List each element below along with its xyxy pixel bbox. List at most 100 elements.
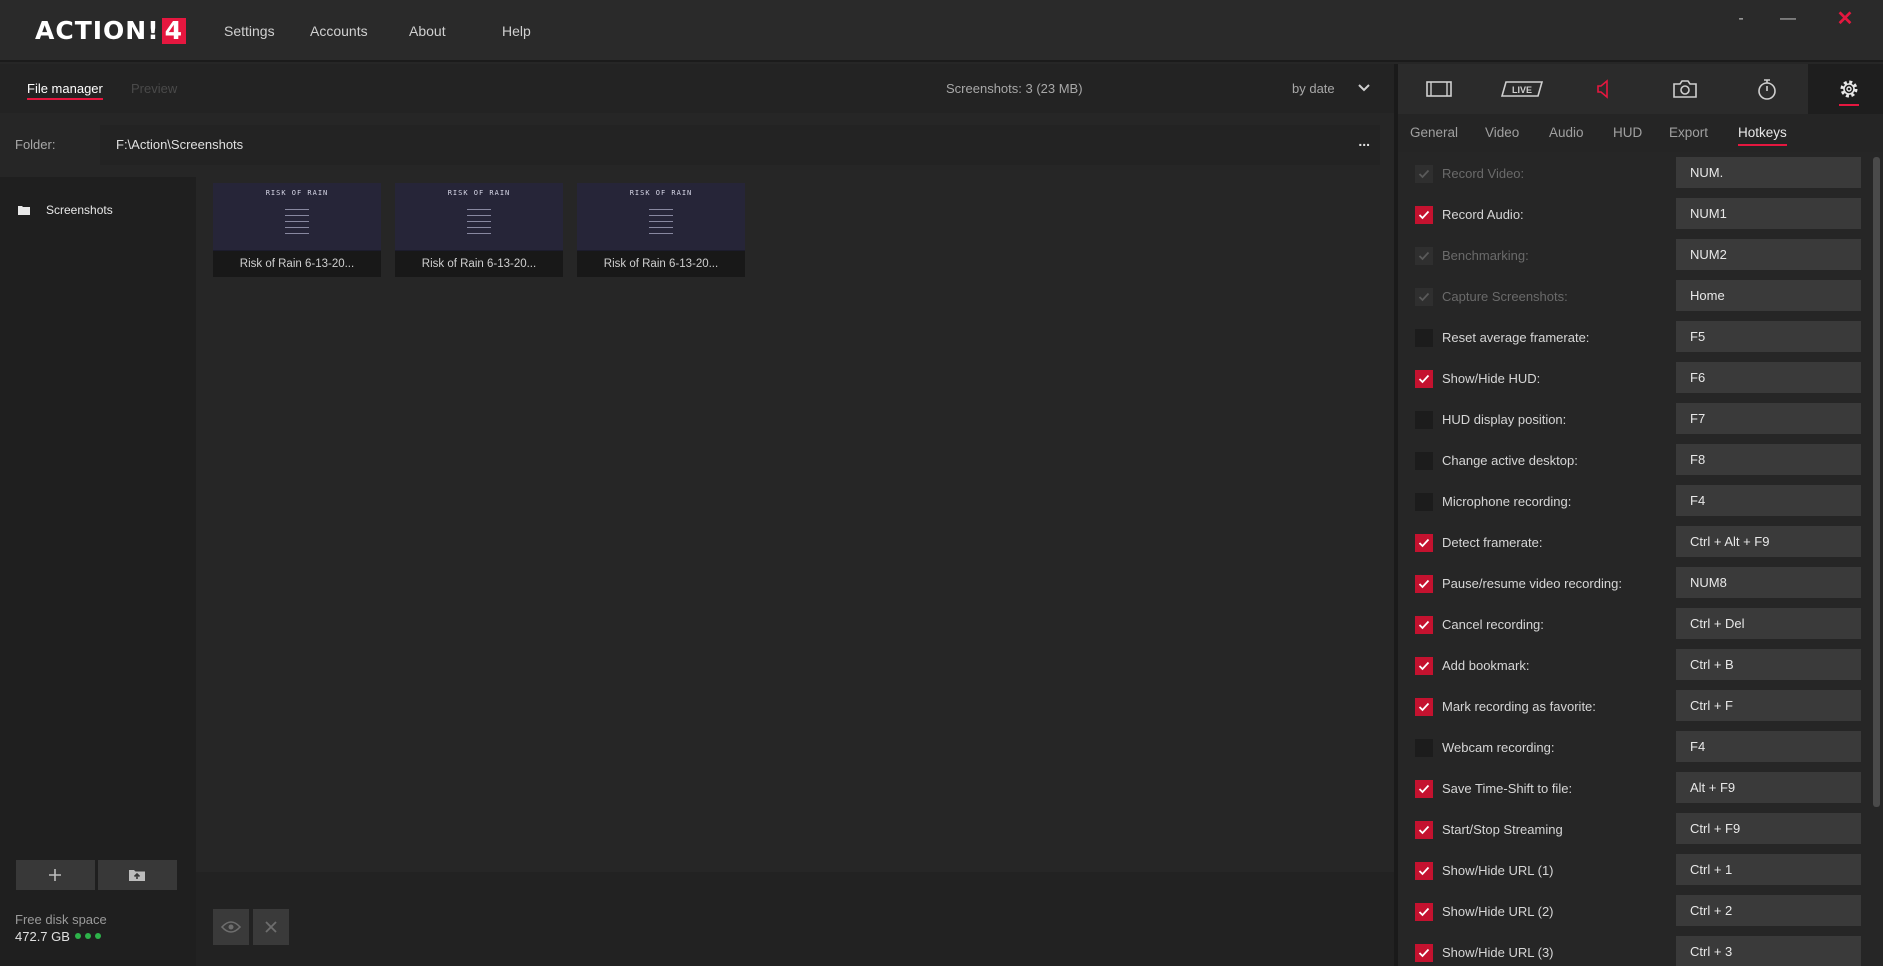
hotkey-input[interactable]: F6 [1676,362,1861,393]
thumbnail-caption: Risk of Rain 6-13-20... [213,251,381,277]
hotkey-input[interactable]: NUM8 [1676,567,1861,598]
logo-text: ACTION! [35,16,160,45]
add-folder-button[interactable] [16,860,95,890]
hotkey-input[interactable]: NUM2 [1676,239,1861,270]
hotkey-checkbox[interactable] [1415,411,1433,429]
free-disk-value: 472.7 GB [15,929,70,944]
menu-help[interactable]: Help [502,0,531,62]
film-icon [1426,81,1452,97]
hotkey-input[interactable]: NUM1 [1676,198,1861,229]
hotkey-checkbox[interactable] [1415,944,1433,962]
sidebar-item-label: Screenshots [46,203,113,217]
hotkey-input[interactable]: Ctrl + 1 [1676,854,1861,885]
hotkey-checkbox[interactable] [1415,288,1433,306]
thumbnail-line [467,227,491,228]
menu-about[interactable]: About [409,0,446,62]
hotkey-checkbox[interactable] [1415,821,1433,839]
hotkey-checkbox[interactable] [1415,780,1433,798]
tab-settings[interactable] [1808,64,1883,114]
thumbnail-caption: Risk of Rain 6-13-20... [395,251,563,277]
checkmark-icon [1418,251,1430,261]
menu-accounts[interactable]: Accounts [310,0,368,62]
browse-folder-button[interactable]: ... [1358,133,1370,149]
hotkey-input[interactable]: Ctrl + 3 [1676,936,1861,966]
upload-folder-button[interactable] [98,860,177,890]
screenshot-thumbnail[interactable]: RISK OF RAIN Risk of Rain 6-13-20... [395,183,563,277]
hotkey-row: HUD display position: F7 [1398,399,1868,440]
tab-export[interactable]: Export [1669,114,1708,152]
hotkey-input[interactable]: Ctrl + B [1676,649,1861,680]
hotkey-input[interactable]: Alt + F9 [1676,772,1861,803]
thumbnail-line [285,227,309,228]
hotkey-row: Show/Hide HUD: F6 [1398,358,1868,399]
hotkey-label: Microphone recording: [1442,494,1572,509]
hotkey-label: HUD display position: [1442,412,1567,427]
checkmark-icon [1418,579,1430,589]
hotkey-checkbox[interactable] [1415,206,1433,224]
tab-file-manager[interactable]: File manager [27,64,103,113]
hotkey-input[interactable]: Ctrl + Alt + F9 [1676,526,1861,557]
hotkey-input[interactable]: Ctrl + F9 [1676,813,1861,844]
hotkey-checkbox[interactable] [1415,616,1433,634]
hotkey-input[interactable]: F4 [1676,731,1861,762]
plus-icon [49,869,61,881]
hotkey-checkbox[interactable] [1415,493,1433,511]
hotkey-checkbox[interactable] [1415,739,1433,757]
hotkey-input[interactable]: F8 [1676,444,1861,475]
hotkey-checkbox[interactable] [1415,862,1433,880]
checkmark-icon [1418,948,1430,958]
hotkey-input[interactable]: F4 [1676,485,1861,516]
tab-audio-settings[interactable]: Audio [1549,114,1584,152]
scrollbar-thumb[interactable] [1873,157,1880,807]
hotkey-checkbox[interactable] [1415,452,1433,470]
tab-live-streaming[interactable]: LIVE [1480,64,1562,114]
screenshot-thumbnail[interactable]: RISK OF RAIN Risk of Rain 6-13-20... [213,183,381,277]
screenshots-count: Screenshots: 3 (23 MB) [946,81,1083,96]
tab-audio[interactable] [1562,64,1644,114]
hotkey-checkbox[interactable] [1415,370,1433,388]
thumbnail-line [649,221,673,222]
hotkey-checkbox[interactable] [1415,329,1433,347]
checkmark-icon [1418,784,1430,794]
close-button[interactable]: ✕ [1825,8,1865,30]
tab-preview[interactable]: Preview [131,64,177,113]
hotkey-checkbox[interactable] [1415,165,1433,183]
delete-button[interactable] [253,909,289,945]
folder-upload-icon [129,870,145,881]
hotkey-label: Capture Screenshots: [1442,289,1568,304]
folder-path-field[interactable]: F:\Action\Screenshots ... [100,125,1380,165]
tab-screenshots[interactable] [1644,64,1726,114]
hotkey-input[interactable]: F5 [1676,321,1861,352]
hotkey-input[interactable]: F7 [1676,403,1861,434]
minimize-button[interactable]: - [1721,8,1761,30]
hotkey-input[interactable]: Ctrl + F [1676,690,1861,721]
tab-hud[interactable]: HUD [1613,114,1642,152]
chevron-down-icon[interactable] [1357,81,1371,95]
screenshot-thumbnail[interactable]: RISK OF RAIN Risk of Rain 6-13-20... [577,183,745,277]
sort-dropdown[interactable]: by date [1292,64,1335,113]
hotkey-input[interactable]: Home [1676,280,1861,311]
gallery-bottom-bar [196,872,1394,966]
checkmark-icon [1418,620,1430,630]
hotkey-input[interactable]: Ctrl + 2 [1676,895,1861,926]
hotkey-checkbox[interactable] [1415,247,1433,265]
hotkey-input[interactable]: NUM. [1676,157,1861,188]
close-icon [265,921,277,933]
tab-benchmark[interactable] [1726,64,1808,114]
maximize-button[interactable]: — [1768,8,1808,30]
tab-general[interactable]: General [1410,114,1458,152]
preview-button[interactable] [213,909,249,945]
tab-video-recording[interactable] [1398,64,1480,114]
tab-video[interactable]: Video [1485,114,1519,152]
hotkey-label: Webcam recording: [1442,740,1555,755]
hotkey-checkbox[interactable] [1415,903,1433,921]
hotkey-row: Record Video: NUM. [1398,153,1868,194]
hotkey-checkbox[interactable] [1415,534,1433,552]
hotkey-checkbox[interactable] [1415,698,1433,716]
hotkey-checkbox[interactable] [1415,657,1433,675]
hotkey-checkbox[interactable] [1415,575,1433,593]
menu-settings[interactable]: Settings [224,0,275,62]
hotkey-input[interactable]: Ctrl + Del [1676,608,1861,639]
checkmark-icon [1418,866,1430,876]
tab-hotkeys[interactable]: Hotkeys [1738,114,1787,152]
